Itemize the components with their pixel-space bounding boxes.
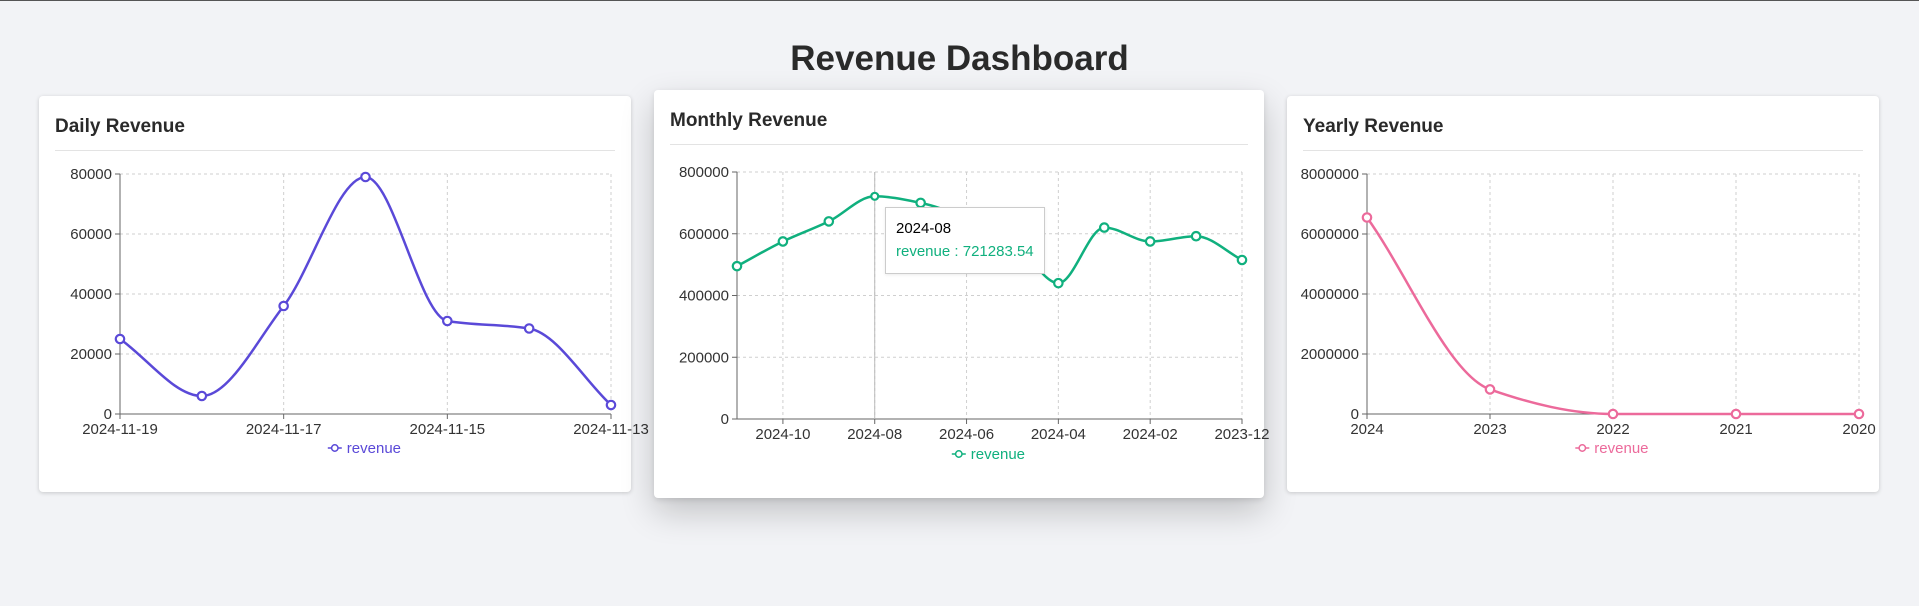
daily-revenue-chart[interactable]: 0200004000060000800002024-11-19 2024-11-1… [39, 96, 649, 492]
legend-label: revenue [971, 446, 1025, 463]
data-point [1484, 384, 1496, 395]
y-tick-label: 800000 [679, 164, 729, 181]
x-tick-label: 2024-08 [847, 426, 902, 443]
tooltip-value-row: revenue : 721283.54 [896, 240, 1034, 263]
data-point [1730, 408, 1742, 420]
series-line-revenue [119, 175, 612, 406]
data-point [114, 333, 126, 345]
data-point [196, 390, 208, 402]
x-tick-label: 2024-11-17 [246, 421, 322, 438]
legend: revenue [1575, 440, 1649, 457]
data-point [605, 399, 617, 411]
data-point [915, 197, 926, 209]
data-point [823, 216, 835, 227]
monthly-revenue-chart[interactable]: 02000004000006000008000002024-10 2024-08 2… [654, 90, 1270, 498]
data-point [731, 260, 743, 272]
x-tick-label: 2024-11-15 [410, 421, 486, 438]
grid-lines [120, 173, 612, 414]
data-point [1236, 254, 1248, 266]
data-point [523, 323, 535, 334]
legend: revenue [951, 446, 1025, 463]
x-tick-label: 2022 [1596, 421, 1629, 438]
x-tick-label: 2024 [1350, 421, 1383, 438]
data-point [1607, 408, 1619, 420]
grid-lines [1367, 173, 1860, 414]
data-point [1361, 212, 1373, 223]
y-tick-label: 40000 [70, 286, 112, 303]
data-point [1190, 230, 1202, 242]
tooltip-separator: : [950, 243, 963, 260]
legend-marker-point [330, 444, 339, 452]
x-tick-label: 2021 [1719, 421, 1752, 438]
y-tick-label: 6000000 [1301, 226, 1359, 243]
y-tick-labels: 020000400006000080000 [70, 166, 112, 423]
y-tick-label: 400000 [679, 288, 729, 305]
monthly-revenue-card: Monthly Revenue 0 200000 400000 600000 80000… [654, 90, 1270, 498]
legend-label: revenue [347, 440, 401, 457]
tooltip-category: 2024-08 [896, 220, 952, 237]
legend-label: revenue [1594, 440, 1648, 457]
y-tick-label: 2000000 [1301, 346, 1359, 363]
x-tick-label: 2024-10 [755, 426, 810, 443]
data-point [870, 191, 880, 201]
yearly-revenue-card: Yearly Revenue 0 2000000 4000000 6000000 800… [1287, 96, 1879, 492]
data-point [278, 300, 289, 312]
x-tick-label: 2023 [1473, 421, 1506, 438]
y-tick-label: 60000 [70, 226, 112, 243]
x-tick-label: 2024-11-13 [573, 421, 649, 438]
data-point [1144, 236, 1156, 247]
data-point [1853, 408, 1865, 420]
daily-revenue-card: Daily Revenue 0 20000 40000 60000 80000 2024-… [39, 96, 649, 492]
y-tick-label: 80000 [70, 166, 112, 183]
x-tick-label: 2020 [1842, 421, 1875, 438]
data-point [442, 315, 453, 327]
x-tick-label: 2023-12 [1214, 426, 1269, 443]
y-tick-label: 4000000 [1301, 286, 1359, 303]
data-point [1053, 277, 1064, 289]
x-tick-label: 2024-06 [939, 426, 994, 443]
legend-marker-point [954, 450, 963, 458]
x-tick-label: 2024-11-19 [82, 421, 158, 438]
x-tick-label: 2024-02 [1123, 426, 1178, 443]
y-tick-labels: 0 200000 400000 600000 800000 [679, 164, 729, 428]
x-tick-label: 2024-04 [1031, 426, 1086, 443]
y-tick-label: 0 [721, 411, 729, 428]
y-tick-label: 20000 [70, 346, 112, 363]
y-tick-label: 200000 [679, 349, 729, 366]
tooltip-value: 721283.54 [962, 243, 1034, 260]
chart-tooltip: 2024-08 revenue : 721283.54 [885, 207, 1045, 274]
yearly-revenue-chart[interactable]: 020000004000000600000080000002024 2023 202… [1287, 96, 1879, 492]
y-tick-label: 600000 [679, 226, 729, 243]
data-point [360, 171, 371, 183]
y-tick-label: 8000000 [1301, 166, 1359, 183]
legend-marker-point [1578, 444, 1587, 452]
data-point [777, 236, 789, 247]
tooltip-series: revenue [896, 243, 951, 260]
y-tick-labels: 02000000400000060000008000000 [1301, 166, 1359, 423]
page-title: Revenue Dashboard [790, 39, 1129, 78]
data-point [1098, 222, 1110, 233]
legend: revenue [327, 440, 401, 457]
